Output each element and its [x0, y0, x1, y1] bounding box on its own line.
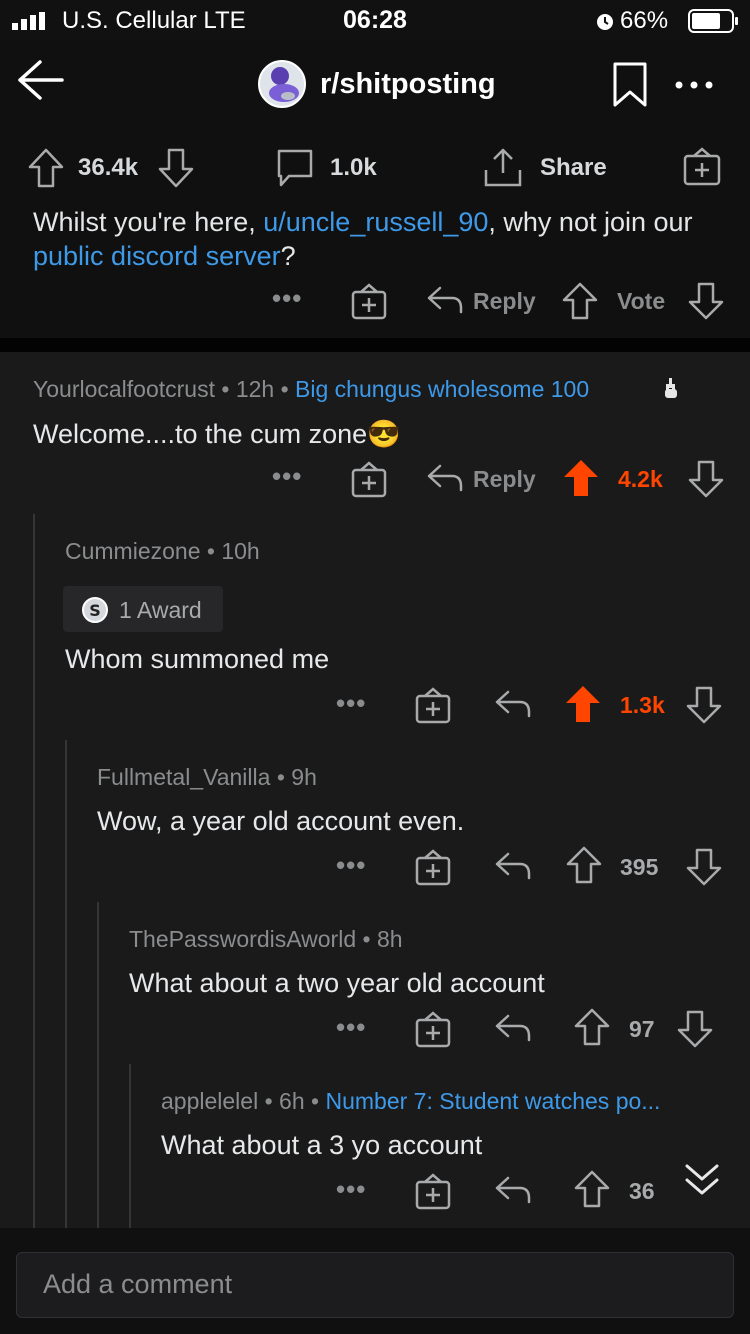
- mod-vote-label: Vote: [617, 288, 666, 314]
- flair-emoji-icon: [662, 376, 680, 400]
- thread-line-2[interactable]: [65, 740, 67, 1228]
- reply-icon[interactable]: [494, 688, 532, 720]
- comment-score: 97: [629, 1016, 655, 1042]
- sunglasses-emoji: 😎: [367, 419, 401, 449]
- battery-icon: [688, 9, 740, 33]
- share-label[interactable]: Share: [540, 154, 607, 182]
- comment-author[interactable]: ThePasswordisAworld: [129, 926, 356, 952]
- share-icon[interactable]: [482, 146, 524, 188]
- award-gift-icon[interactable]: [350, 460, 388, 498]
- bookmark-icon[interactable]: [612, 62, 648, 108]
- upvote-icon[interactable]: [574, 1170, 610, 1208]
- comment-meta: Yourlocalfootcrust • 12h • Big chungus w…: [33, 376, 590, 402]
- award-gift-icon[interactable]: [682, 146, 722, 186]
- comment-bubble-icon[interactable]: [275, 148, 315, 188]
- comment-age: 8h: [376, 926, 403, 952]
- upvote-icon[interactable]: [574, 1008, 610, 1046]
- collapse-chevron-icon[interactable]: [684, 1162, 720, 1202]
- upvote-icon[interactable]: [28, 148, 64, 188]
- comment-age: 10h: [221, 538, 260, 564]
- mod-reply-label[interactable]: Reply: [473, 288, 536, 315]
- comment-more-dots[interactable]: •••: [272, 461, 302, 492]
- mod-text-2: , why not join our: [488, 207, 693, 237]
- award-gift-icon[interactable]: [414, 1172, 452, 1210]
- comment-body: What about a two year old account: [129, 968, 545, 998]
- thread-line-3[interactable]: [97, 902, 99, 1228]
- subreddit-avatar[interactable]: [258, 60, 306, 108]
- comment-meta: Cummiezone • 10h: [65, 538, 260, 564]
- comment-author[interactable]: Yourlocalfootcrust: [33, 376, 215, 402]
- more-options-icon[interactable]: [674, 80, 714, 90]
- back-arrow-icon[interactable]: [16, 58, 64, 102]
- automod-comment-text: Whilst you're here, u/uncle_russell_90, …: [33, 205, 713, 273]
- comment-more-dots[interactable]: •••: [336, 850, 366, 881]
- status-bar: U.S. Cellular LTE 06:28 66%: [0, 0, 750, 40]
- award-gift-icon[interactable]: [414, 848, 452, 886]
- mod-downvote-icon[interactable]: [688, 282, 724, 320]
- downvote-icon[interactable]: [677, 1010, 713, 1048]
- silver-award-icon: S: [81, 596, 109, 624]
- thread-line-1[interactable]: [33, 514, 35, 1228]
- comment-composer-bar: Add a comment: [0, 1228, 750, 1334]
- award-count: 1 Award: [119, 597, 202, 623]
- user-flair: Number 7: Student watches po...: [325, 1088, 661, 1114]
- upvote-active-icon[interactable]: [562, 458, 600, 498]
- downvote-icon[interactable]: [686, 848, 722, 886]
- mod-reply-icon[interactable]: [426, 284, 464, 316]
- comment-author[interactable]: Fullmetal_Vanilla: [97, 764, 270, 790]
- downvote-icon[interactable]: [686, 686, 722, 724]
- mod-award-icon[interactable]: [350, 282, 388, 320]
- comment-age: 9h: [291, 764, 317, 790]
- post-score: 36.4k: [78, 154, 139, 181]
- comment-meta: applelelel • 6h • Number 7: Student watc…: [161, 1088, 661, 1114]
- user-flair: Big chungus wholesome 100: [295, 376, 590, 402]
- upvote-active-icon[interactable]: [564, 684, 602, 724]
- comment-author[interactable]: applelelel: [161, 1088, 258, 1114]
- reply-icon[interactable]: [494, 1012, 532, 1044]
- reply-label[interactable]: Reply: [473, 466, 536, 493]
- comment-body: What about a 3 yo account: [161, 1130, 483, 1160]
- add-comment-input[interactable]: Add a comment: [16, 1252, 734, 1318]
- award-chip[interactable]: S 1 Award: [63, 586, 223, 632]
- comment-score: 395: [620, 854, 659, 880]
- comment-meta: Fullmetal_Vanilla • 9h: [97, 764, 317, 790]
- comment-body: Welcome....to the cum zone😎: [33, 418, 401, 450]
- reply-icon[interactable]: [494, 850, 532, 882]
- battery-label: 66%: [620, 7, 669, 34]
- comment-score: 1.3k: [620, 692, 665, 718]
- comment-score: 4.2k: [618, 466, 663, 492]
- mod-upvote-icon[interactable]: [562, 282, 598, 320]
- comment-score: 36: [629, 1178, 655, 1204]
- upvote-icon[interactable]: [566, 846, 602, 884]
- comment-body: Wow, a year old account even.: [97, 806, 465, 836]
- comment-more-dots[interactable]: •••: [336, 688, 366, 719]
- post-header: r/shitposting: [0, 40, 750, 130]
- reply-icon[interactable]: [426, 462, 464, 494]
- downvote-icon[interactable]: [158, 148, 194, 188]
- comment-meta: ThePasswordisAworld • 8h: [129, 926, 403, 952]
- mod-text-1: Whilst you're here,: [33, 207, 264, 237]
- award-gift-icon[interactable]: [414, 686, 452, 724]
- thread-line-4[interactable]: [129, 1064, 131, 1228]
- comment-more-dots[interactable]: •••: [336, 1174, 366, 1205]
- mod-more-dots[interactable]: •••: [272, 283, 302, 314]
- subreddit-name[interactable]: r/shitposting: [320, 68, 496, 101]
- downvote-icon[interactable]: [688, 460, 724, 498]
- discord-link[interactable]: public discord server: [33, 241, 281, 271]
- user-link[interactable]: u/uncle_russell_90: [263, 207, 488, 237]
- comment-age: 6h: [279, 1088, 305, 1114]
- comment-body-text: Welcome....to the cum zone: [33, 419, 368, 449]
- mod-text-3: ?: [280, 241, 296, 271]
- svg-text:S: S: [89, 601, 101, 620]
- reply-icon[interactable]: [494, 1174, 532, 1206]
- comment-author[interactable]: Cummiezone: [65, 538, 201, 564]
- comment-more-dots[interactable]: •••: [336, 1012, 366, 1043]
- comment-body: Whom summoned me: [65, 644, 330, 674]
- alarm-icon: [594, 10, 616, 32]
- award-gift-icon[interactable]: [414, 1010, 452, 1048]
- comment-count: 1.0k: [330, 154, 377, 181]
- comment-age: 12h: [235, 376, 275, 402]
